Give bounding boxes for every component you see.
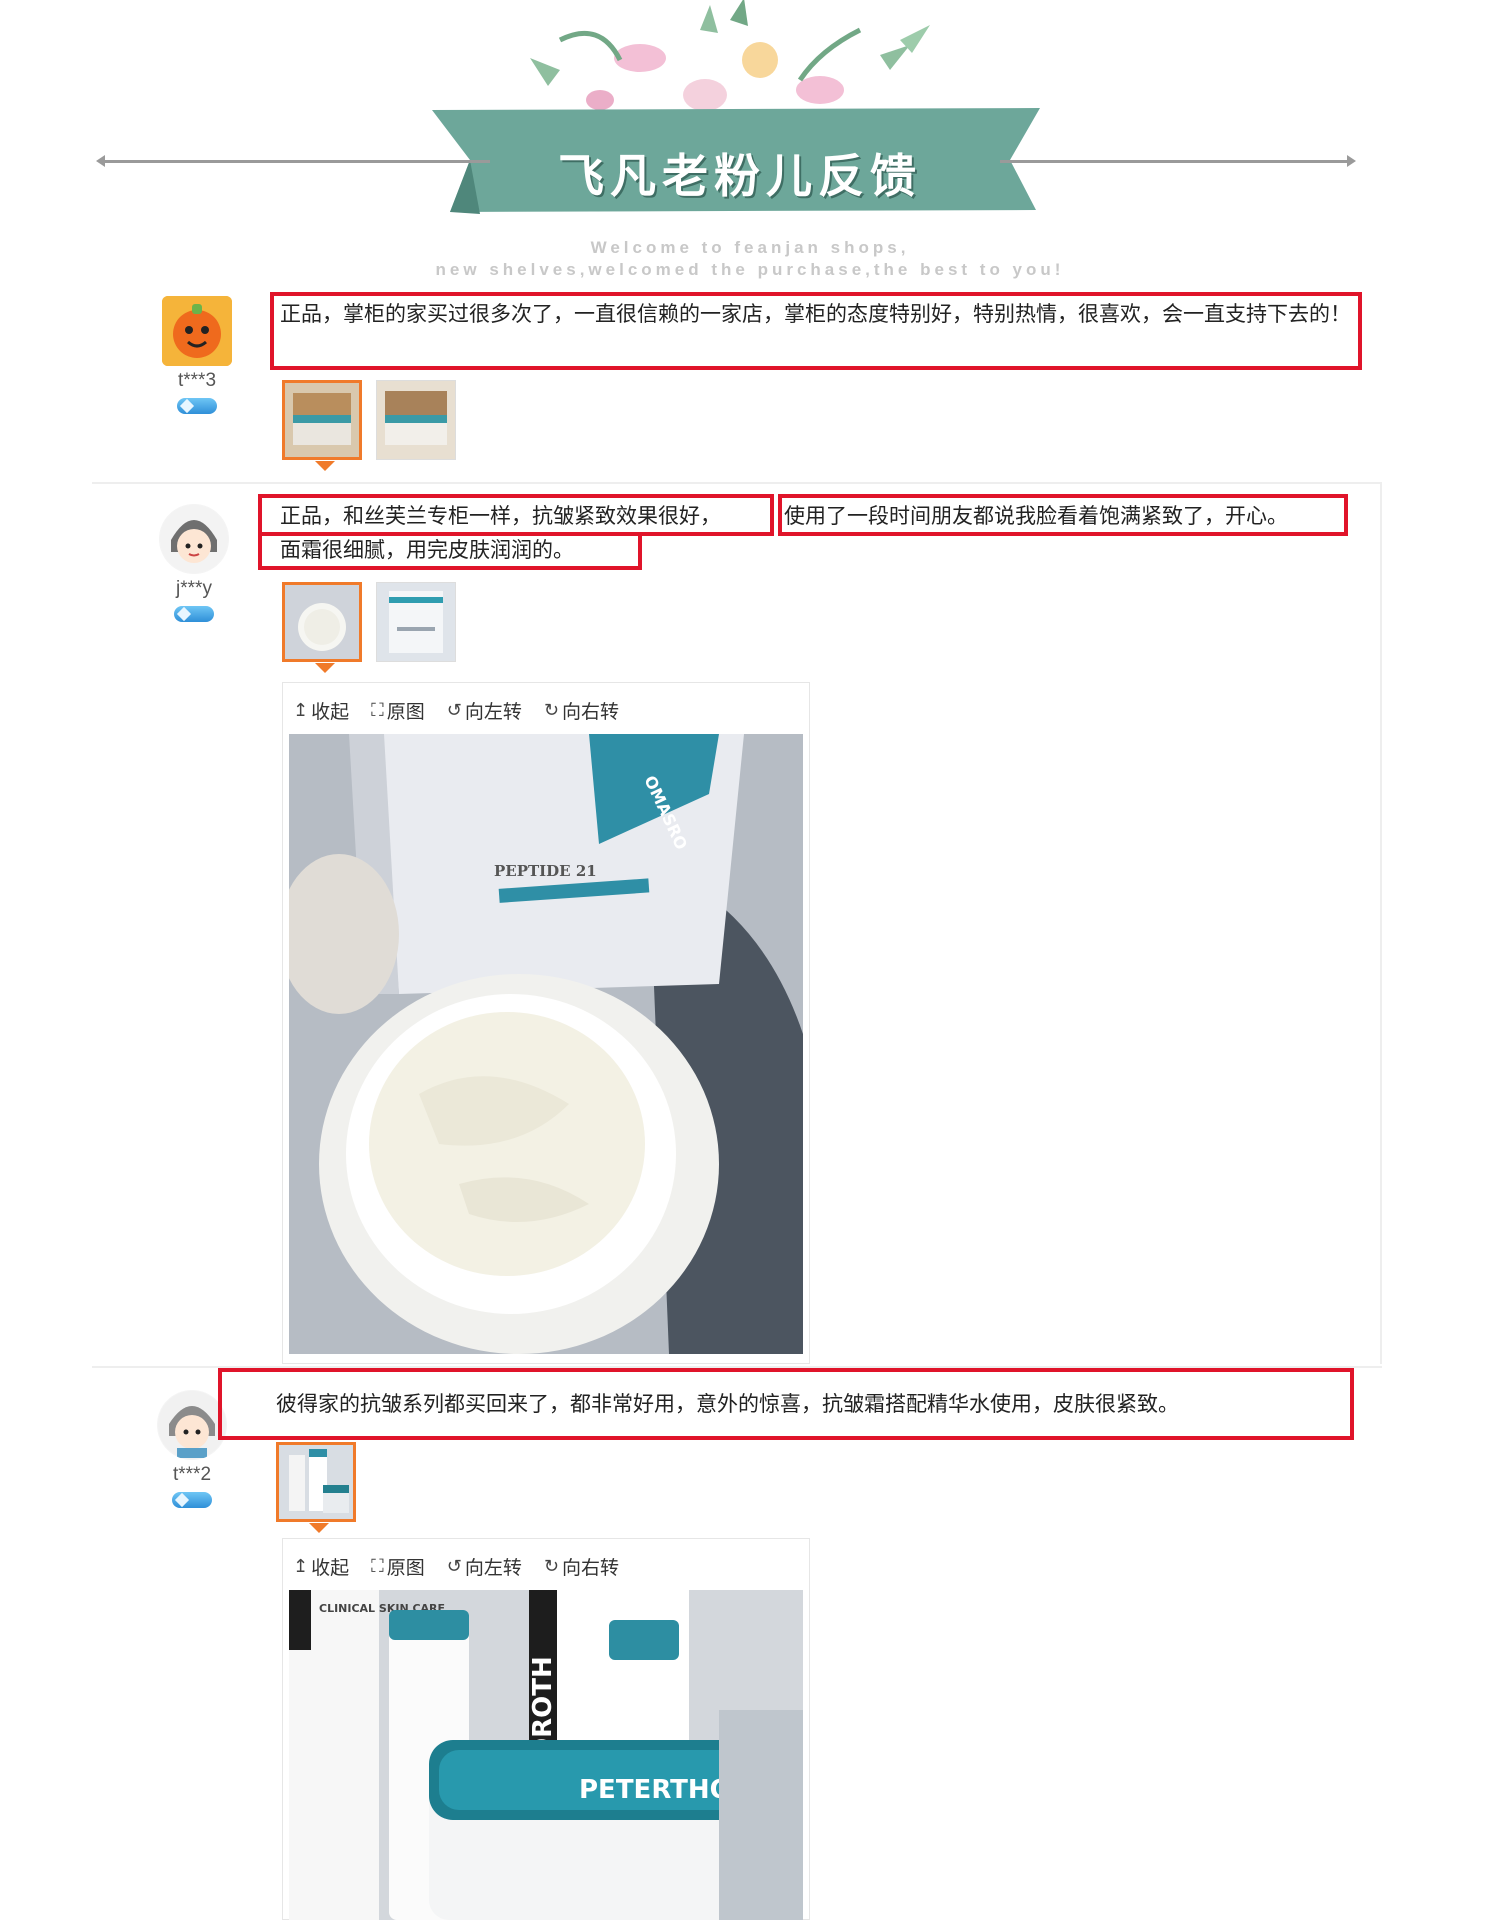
collapse-arrow-icon: ↥ [293, 700, 309, 721]
product-box-thumbnail [377, 381, 455, 459]
product-set-photo: CLINICAL SKIN CARE OROTH PETERTHOM [289, 1590, 803, 1920]
rotate-right-icon: ↻ [543, 700, 559, 721]
member-level-badge [174, 606, 214, 622]
expand-icon: ⛶ [371, 1556, 384, 1577]
product-set-thumbnail [279, 1445, 353, 1519]
banner-subtitle-line2: new shelves,welcomed the purchase,the be… [435, 260, 1065, 279]
collapse-label: 收起 [311, 1557, 350, 1579]
review-user: j***y [139, 504, 249, 622]
rotate-right-button[interactable]: ↻ 向右转 [544, 1553, 619, 1580]
cartoon-girl-avatar-icon [158, 1391, 226, 1459]
banner-right-rule [1000, 155, 1356, 167]
user-name: t***2 [172, 1464, 212, 1485]
banner-subtitle-line1: Welcome to feanjan shops, [590, 238, 910, 257]
cream-jar-thumbnail [285, 585, 359, 659]
image-viewer-toolbar: ↥ 收起 ⛶ 原图 ↺ 向左转 ↻ 向右转 [283, 1539, 809, 1590]
cartoon-girl-avatar-icon [160, 505, 228, 573]
avatar[interactable] [157, 1390, 227, 1460]
collapse-button[interactable]: ↥ 收起 [293, 1553, 349, 1580]
review-thumbnails [276, 1442, 356, 1533]
cream-jar-photo: PEPTIDE 21 OMASRO [289, 734, 803, 1354]
original-image-button[interactable]: ⛶ 原图 [371, 1553, 425, 1580]
review-thumbnail[interactable] [376, 582, 456, 662]
user-name: j***y [176, 578, 212, 599]
review-photo[interactable]: PEPTIDE 21 OMASRO [289, 734, 803, 1354]
image-viewer: ↥ 收起 ⛶ 原图 ↺ 向左转 ↻ 向右转 CLINICAL SKIN CARE ORO… [282, 1538, 810, 1920]
review-comment-part: 面霜很细腻，用完皮肤润润的。 [280, 538, 574, 562]
avatar[interactable] [159, 504, 229, 574]
rotate-left-label: 向左转 [464, 1557, 522, 1579]
review-comment-part: 使用了一段时间朋友都说我脸看着饱满紧致了，开心。 [784, 504, 1288, 528]
rotate-left-label: 向左转 [464, 701, 522, 723]
collapse-arrow-icon: ↥ [293, 1556, 309, 1577]
expand-icon: ⛶ [371, 700, 384, 721]
avatar[interactable] [162, 296, 232, 366]
rotate-right-label: 向右转 [561, 1557, 619, 1579]
review-panel-border [1380, 484, 1382, 1364]
product-box-thumbnail [285, 383, 359, 457]
image-viewer-toolbar: ↥ 收起 ⛶ 原图 ↺ 向左转 ↻ 向右转 [283, 683, 809, 734]
review-comment-part: 正品，和丝芙兰专柜一样，抗皱紧致效果很好， [280, 504, 721, 528]
review-thumbnails [282, 582, 456, 673]
member-level-badge [172, 1492, 212, 1508]
original-label: 原图 [386, 701, 425, 723]
orange-mascot-icon [162, 296, 232, 366]
review-thumbnail[interactable] [282, 582, 362, 673]
member-level-badge [177, 398, 217, 414]
rotate-left-icon: ↺ [446, 700, 462, 721]
review-thumbnail[interactable] [282, 380, 362, 471]
review-thumbnails [282, 380, 456, 471]
rotate-right-icon: ↻ [543, 1556, 559, 1577]
rotate-left-icon: ↺ [446, 1556, 462, 1577]
review-divider [92, 482, 1382, 484]
image-viewer: ↥ 收起 ⛶ 原图 ↺ 向左转 ↻ 向右转 PEPTIDE 21 OMASRO [282, 682, 810, 1364]
feedback-banner: 飞凡老粉儿反馈 Welcome to feanjan shops, new sh… [0, 0, 1500, 290]
review-thumbnail[interactable] [276, 1442, 356, 1533]
rotate-right-button[interactable]: ↻ 向右转 [544, 697, 619, 724]
review-photo[interactable]: CLINICAL SKIN CARE OROTH PETERTHOM [289, 1590, 803, 1920]
rotate-left-button[interactable]: ↺ 向左转 [447, 1553, 522, 1580]
floral-ribbon-decoration [432, 0, 1040, 214]
original-image-button[interactable]: ⛶ 原图 [371, 697, 425, 724]
banner-left-rule [96, 155, 490, 167]
box-brand-text: PEPTIDE 21 [494, 862, 597, 880]
user-name: t***3 [177, 370, 217, 391]
collapse-label: 收起 [311, 701, 350, 723]
rotate-left-button[interactable]: ↺ 向左转 [447, 697, 522, 724]
banner-title: 飞凡老粉儿反馈 [558, 149, 922, 203]
review-comment: 正品，掌柜的家买过很多次了，一直很信赖的一家店，掌柜的态度特别好，特别热情，很喜… [280, 302, 1351, 326]
rotate-right-label: 向右转 [561, 701, 619, 723]
collapse-button[interactable]: ↥ 收起 [293, 697, 349, 724]
review-thumbnail[interactable] [376, 380, 456, 460]
original-label: 原图 [386, 1557, 425, 1579]
product-box-thumbnail [377, 583, 455, 661]
review-comment: 彼得家的抗皱系列都买回来了，都非常好用，意外的惊喜，抗皱霜搭配精华水使用，皮肤很… [276, 1392, 1179, 1416]
review-user: t***3 [142, 296, 252, 414]
